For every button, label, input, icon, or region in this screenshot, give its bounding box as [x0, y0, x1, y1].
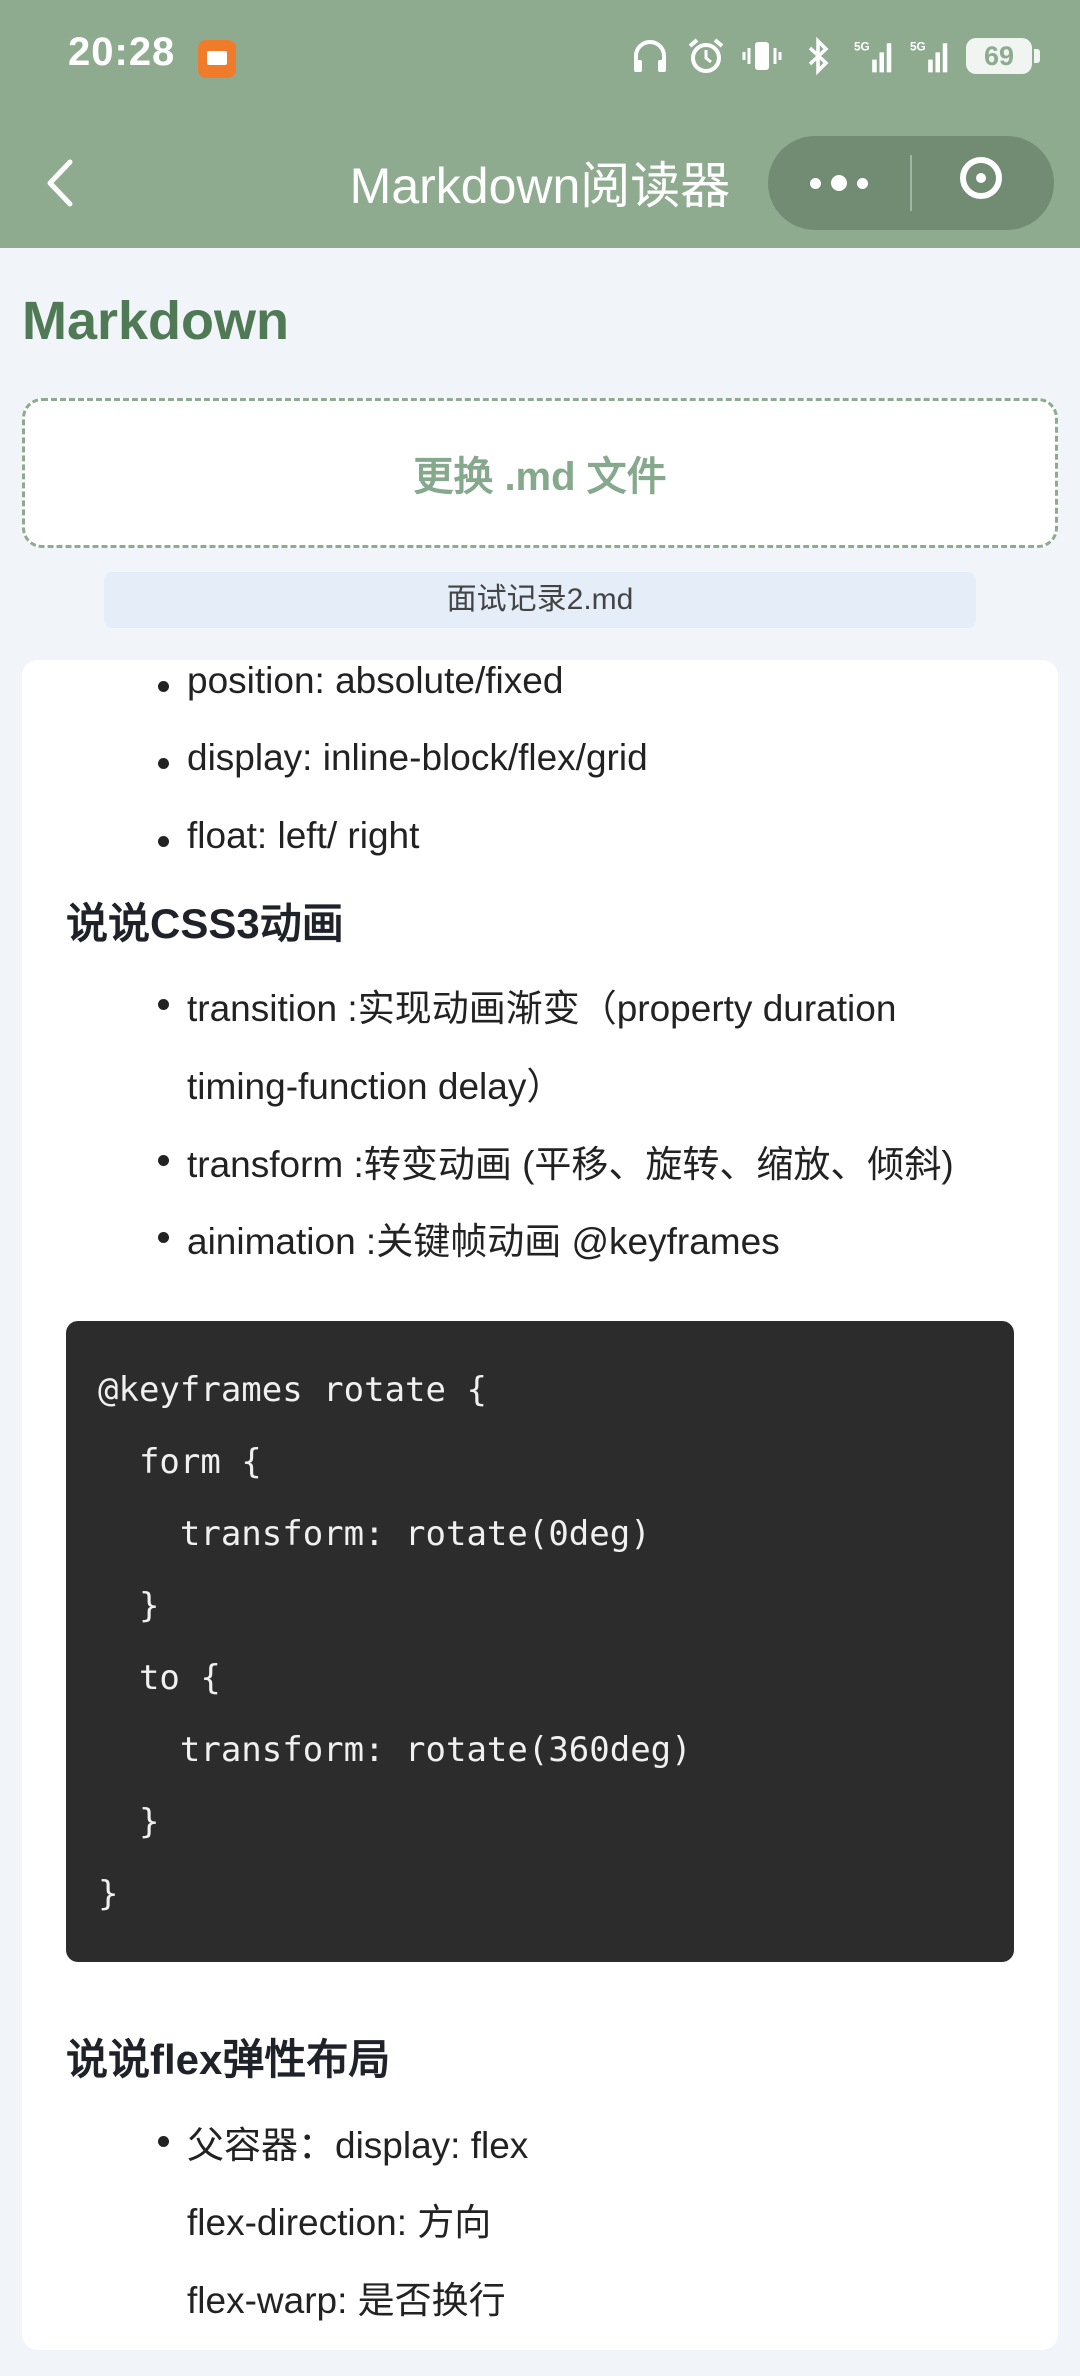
- target-circle-icon: [960, 157, 1002, 199]
- status-bar: 20:28 5G 5G 69: [0, 0, 1080, 118]
- list-item-continuation: flex-direction: 方向: [187, 2202, 492, 2243]
- nav-bar: Markdown阅读器: [0, 118, 1080, 248]
- close-button[interactable]: [912, 136, 1054, 230]
- list-item: display: inline-block/flex/grid: [158, 737, 648, 778]
- code-line: }: [98, 1802, 160, 1842]
- list-item: transition :实现动画渐变（property duration: [157, 978, 896, 1032]
- markdown-content: position: absolute/fixed display: inline…: [22, 660, 1058, 2350]
- code-line: @keyframes rotate {: [98, 1370, 487, 1410]
- vibrate-icon: [742, 42, 782, 70]
- list-item: float: left/ right: [157, 815, 420, 856]
- mini-program-capsule: [768, 136, 1054, 230]
- signal-5g-icon: 5G: [910, 40, 948, 73]
- code-line: transform: rotate(0deg): [98, 1514, 651, 1554]
- code-line: to {: [98, 1658, 221, 1698]
- list-item-continuation: timing-function delay）: [187, 1066, 564, 1107]
- dot: [857, 177, 868, 189]
- more-dots-icon[interactable]: [768, 136, 910, 230]
- file-name-label: 面试记录2.md: [104, 572, 976, 628]
- list-item: ainimation :关键帧动画 @keyframes: [158, 1211, 780, 1265]
- notification-app-icon: [198, 40, 236, 78]
- svg-text:5G: 5G: [910, 40, 926, 54]
- code-line: form {: [98, 1442, 262, 1482]
- status-time: 20:28: [68, 30, 176, 74]
- dot: [831, 175, 847, 191]
- code-block: @keyframes rotate { form { transform: ro…: [66, 1321, 1014, 1962]
- list-item: 父容器：display: flex: [157, 2115, 528, 2169]
- battery-indicator: 69: [966, 38, 1040, 74]
- dot: [810, 177, 821, 189]
- bluetooth-icon: [808, 36, 829, 76]
- signal-5g-icon: 5G: [854, 40, 892, 73]
- markdown-heading: Markdown: [22, 291, 290, 351]
- list-item: transform :转变动画 (平移、旋转、缩放、倾斜): [158, 1134, 954, 1188]
- status-icons: 5G 5G 69: [630, 36, 1040, 76]
- change-file-button[interactable]: 更换 .md 文件: [22, 398, 1058, 548]
- code-line: }: [98, 1586, 160, 1626]
- headphones-icon: [634, 40, 666, 72]
- section-heading: 说说flex弹性布局: [66, 2036, 391, 2083]
- code-line: }: [98, 1874, 119, 1914]
- list-item-continuation: flex-warp: 是否换行: [187, 2280, 506, 2321]
- section-heading: 说说CSS3动画: [66, 900, 344, 947]
- alarm-icon: [688, 38, 724, 73]
- top-bar: 20:28 5G 5G 69 Markdown阅读器: [0, 0, 1080, 248]
- code-line: transform: rotate(360deg): [98, 1730, 692, 1770]
- svg-text:5G: 5G: [854, 40, 870, 54]
- list-item: position: absolute/fixed: [157, 660, 564, 701]
